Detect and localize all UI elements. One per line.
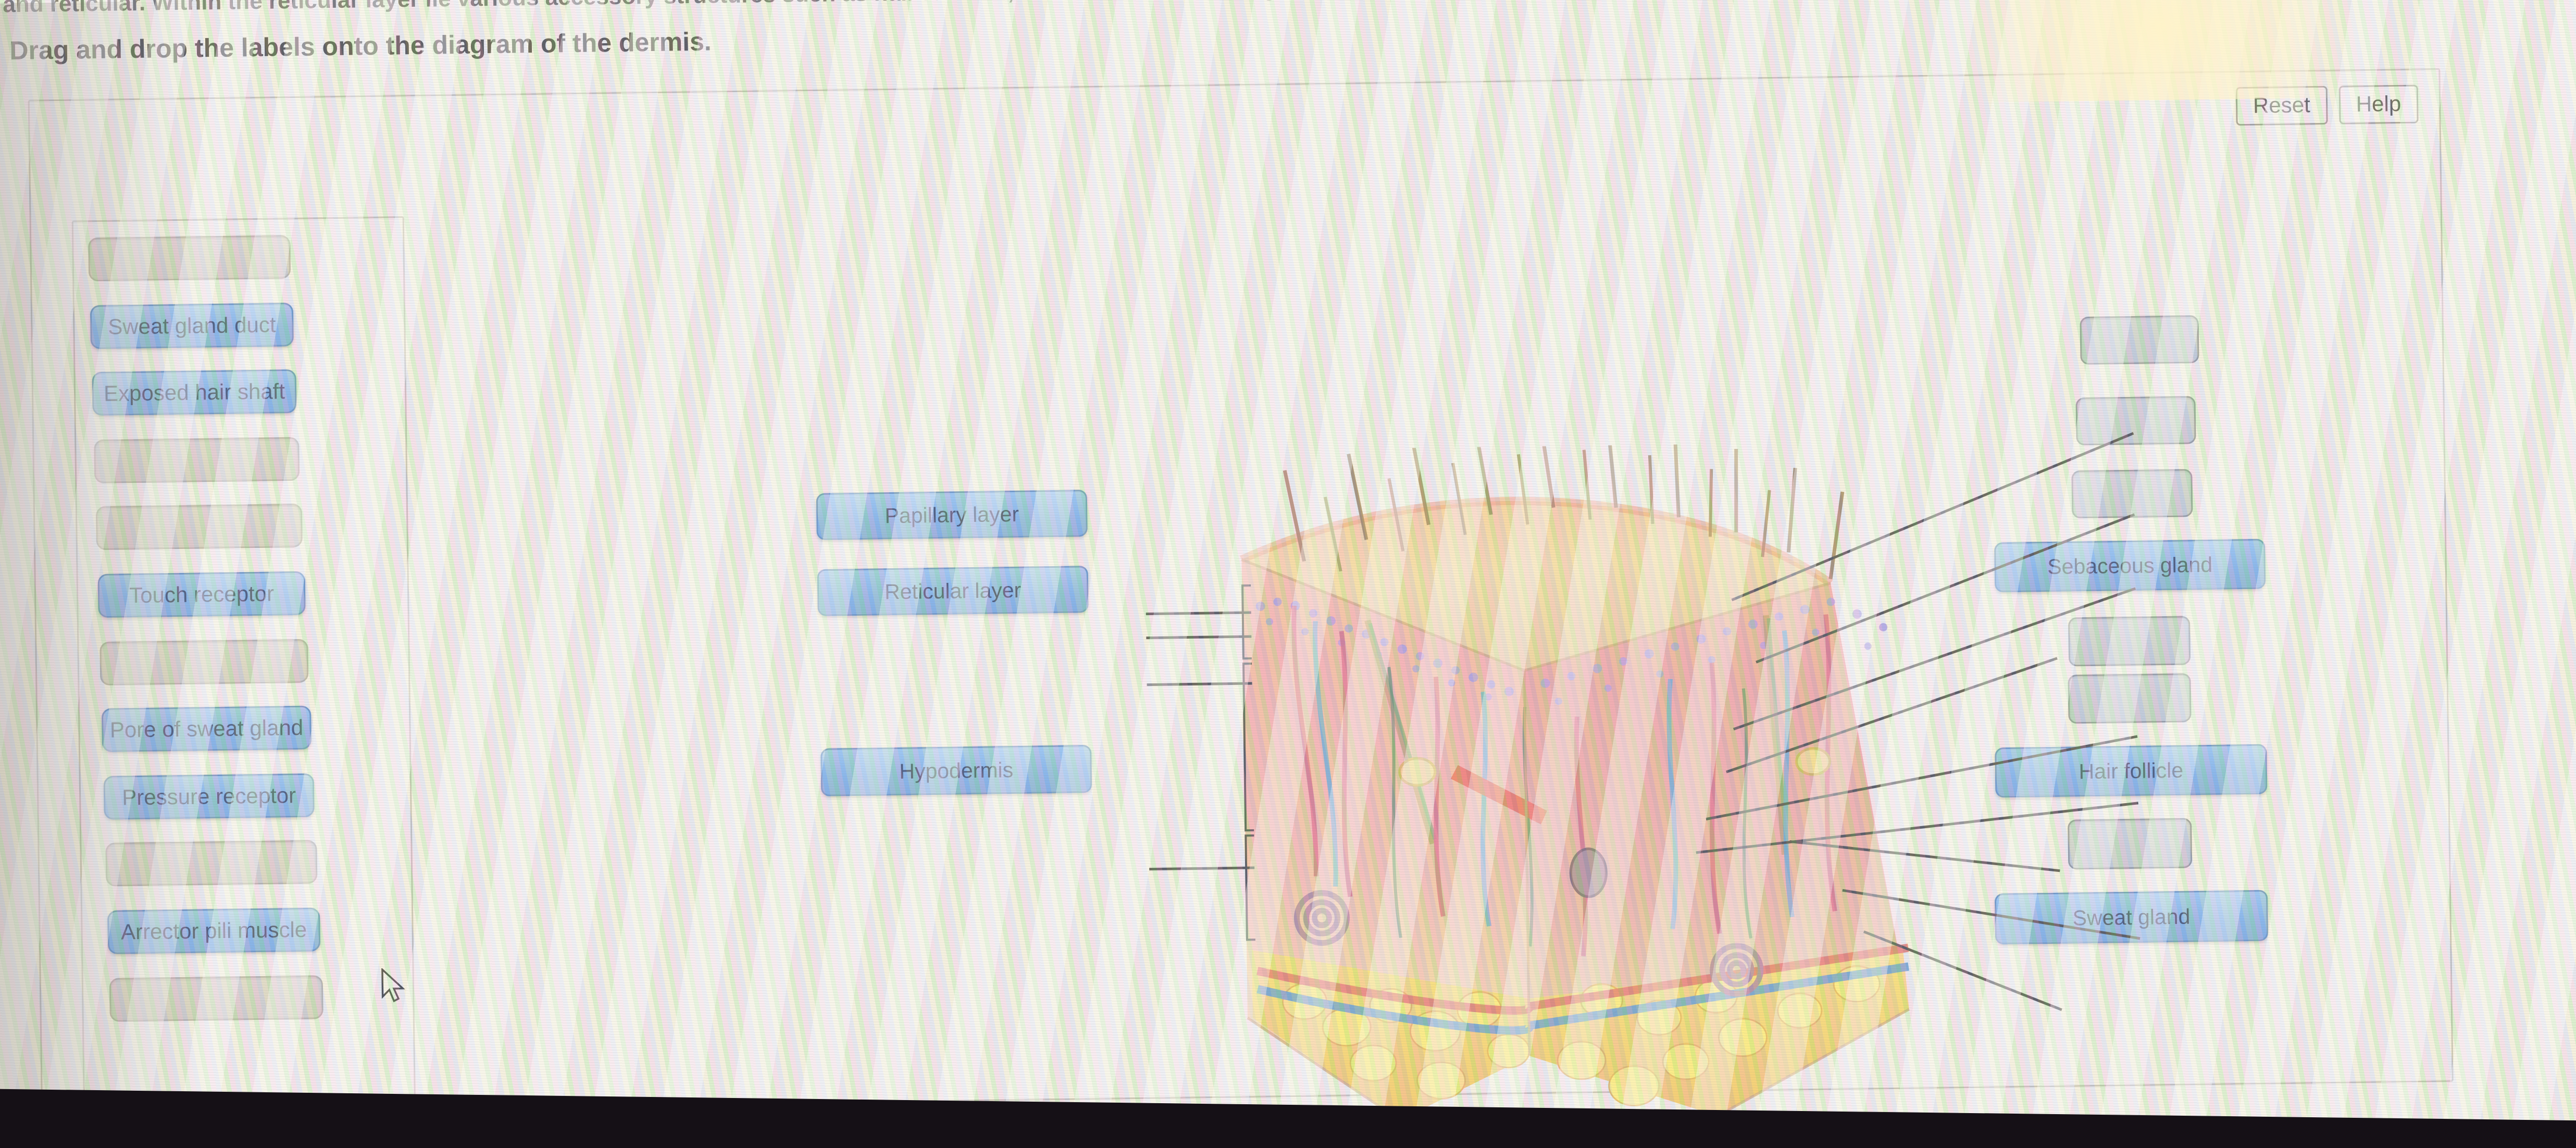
toolbar: Reset Help [2235,84,2419,126]
word-bank-list: Sweat gland duct Exposed hair shaft Touch … [73,218,415,1131]
quiz-page: and reticular. Within the reticular laye… [0,0,2576,1148]
word-bank-chip[interactable]: Pressure receptor [103,773,315,820]
diagram-label-right[interactable]: Sebaceous gland [1994,539,2266,593]
diagram-label-right[interactable]: Hair follicle [1995,744,2268,798]
diagram-label-left[interactable]: Reticular layer [817,566,1089,616]
word-bank-empty-slot[interactable] [109,975,323,1022]
intro-paragraph-cutoff: and reticular. Within the reticular laye… [3,0,2347,18]
page-title: Drag and drop the labels onto the diagra… [9,27,712,66]
diagram-dropzone-right[interactable] [2080,315,2199,365]
word-bank-chip[interactable]: Arrector pili muscle [107,907,321,954]
diagram-dropzone-right[interactable] [2075,396,2196,446]
word-bank-chip[interactable]: Exposed hair shaft [92,369,297,416]
word-bank-empty-slot[interactable] [94,436,300,484]
mouse-cursor [381,968,405,1003]
diagram-dropzone-right[interactable] [2068,616,2191,667]
diagram-label-left[interactable]: Hypodermis [820,745,1092,796]
activity-panel: Reset Help Sweat gland duct Exposed hair … [28,68,2454,1133]
diagram-label-left[interactable]: Papillary layer [816,490,1088,540]
monitor-photo: and reticular. Within the reticular laye… [0,0,2576,1148]
word-bank-chip[interactable]: Touch receptor [97,571,306,618]
word-bank-chip[interactable]: Pore of sweat gland [101,705,312,752]
word-bank-empty-slot[interactable] [95,503,303,551]
diagram-label-right[interactable]: Sweat gland [1994,890,2269,945]
word-bank-panel: Sweat gland duct Exposed hair shaft Touch … [71,216,416,1133]
reset-button[interactable]: Reset [2235,85,2328,126]
diagram-dropzone-right[interactable] [2071,469,2193,519]
diagram-dropzone-right[interactable] [2068,818,2193,870]
help-button[interactable]: Help [2338,84,2419,124]
word-bank-chip[interactable]: Sweat gland duct [90,303,294,350]
word-bank-empty-slot[interactable] [88,235,291,282]
word-bank-empty-slot[interactable] [105,840,318,887]
word-bank-empty-slot[interactable] [99,639,309,685]
dermis-diagram-image [1209,432,1958,1138]
diagram-dropzone-right[interactable] [2068,673,2192,724]
diagram-label-layer: Papillary layer Reticular layer Hypodermis… [30,70,2439,945]
